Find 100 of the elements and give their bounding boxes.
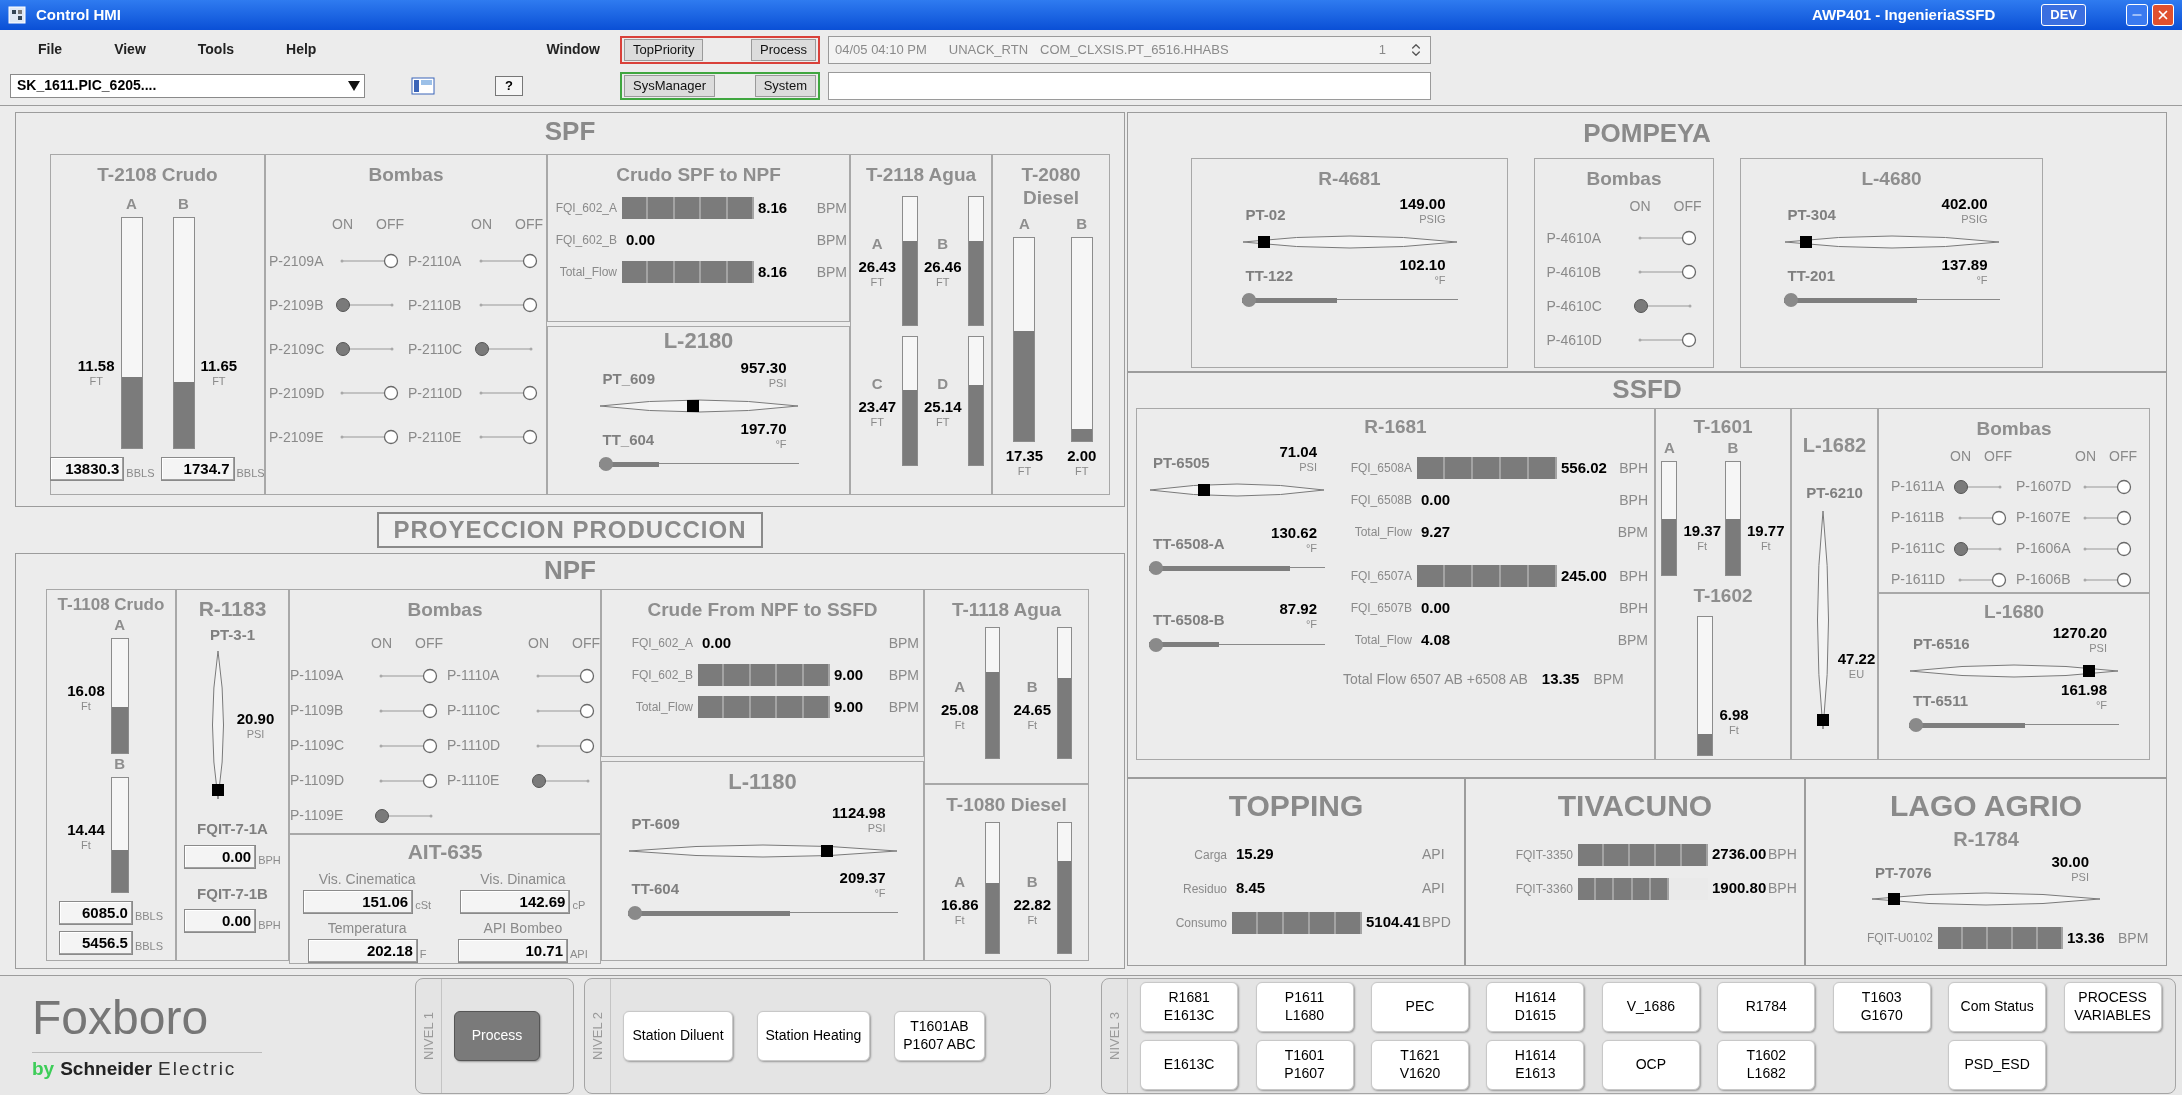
tag-label: Total_Flow: [1353, 632, 1413, 650]
panel-icon[interactable]: [411, 76, 435, 95]
pump-label: P-2110B: [408, 295, 463, 315]
nav-button[interactable]: H1614 E1613: [1486, 1039, 1585, 1090]
value-text: 0.00: [626, 230, 656, 250]
tag-label: PT-304: [1787, 205, 1836, 226]
close-button[interactable]: [2152, 4, 2174, 26]
nav-button[interactable]: E1613C: [1140, 1039, 1239, 1090]
unit-label: BBLS: [126, 465, 155, 481]
alarm-button[interactable]: Process: [751, 38, 816, 61]
menu-item[interactable]: Tools: [197, 39, 235, 60]
value-text: 19.37: [1683, 523, 1721, 539]
column-header: ON: [2075, 447, 2096, 467]
value-text: 30.00: [2051, 853, 2089, 869]
alarm-count: 1: [1378, 40, 1386, 59]
nav-button[interactable]: T1621 V1620: [1371, 1039, 1469, 1090]
column-header: OFF: [415, 634, 443, 654]
value-text: 8.16: [758, 262, 788, 282]
nav-button[interactable]: Com Status: [1948, 981, 2047, 1032]
nav-button[interactable]: T1601 P1607: [1255, 1039, 1354, 1090]
value-field: 6085.0: [58, 900, 133, 925]
level-label: NIVEL 1: [419, 1011, 437, 1060]
nav-button[interactable]: PSD_ESD: [1948, 1039, 2047, 1090]
tag-label: FQI_6508B: [1349, 492, 1413, 510]
environment-badge[interactable]: DEV: [2041, 4, 2086, 26]
value-text: 16.86: [940, 897, 979, 913]
value-text: 24.65: [1013, 702, 1052, 718]
value-text: 4.08: [1421, 630, 1451, 650]
minimize-button[interactable]: [2126, 4, 2148, 26]
menu-item[interactable]: Help: [286, 39, 317, 60]
value-field: 13830.3: [50, 457, 125, 482]
tank-label: B: [114, 755, 126, 771]
alarm-button[interactable]: TopPriority: [624, 38, 704, 61]
value-text: 19.77: [1747, 523, 1785, 539]
tag-label: FQIT-3360: [1514, 880, 1574, 898]
tank-label: A: [114, 616, 126, 632]
nav-button[interactable]: Station Heating: [756, 1010, 871, 1061]
tank-label: C: [871, 376, 883, 392]
pump-label: P-2109C: [269, 339, 326, 359]
tank-label: B: [178, 196, 189, 212]
menu-item[interactable]: Window: [546, 39, 600, 60]
alarm-button[interactable]: System: [754, 74, 816, 97]
panel-title: R-1681: [1363, 414, 1428, 439]
value-text: 23.47: [858, 399, 896, 415]
menu-item[interactable]: File: [38, 39, 63, 60]
unit-label: FT: [1075, 466, 1089, 477]
nav-button[interactable]: H1614 D1615: [1486, 981, 1585, 1032]
tag-label: TT-6511: [1913, 690, 1969, 711]
unit-label: BPM: [888, 697, 919, 717]
pump-label: P-1109D: [290, 771, 346, 791]
panel-title: T-1602: [1693, 584, 1753, 608]
value-text: 197.70: [740, 420, 787, 436]
value-text: 8.16: [758, 198, 788, 218]
nav-button[interactable]: V_1686: [1601, 981, 1700, 1032]
unit-label: API: [1422, 879, 1445, 898]
nav-button[interactable]: Process: [453, 1010, 540, 1061]
nav-button[interactable]: T1602 L1682: [1717, 1039, 1816, 1090]
station-name: AWP401 - IngenieriaSSFD: [1811, 4, 1996, 25]
panel-title: R-1784: [1952, 826, 2020, 852]
pump-label: P-1110C: [447, 701, 502, 721]
pump-label: P-4610C: [1546, 296, 1603, 316]
alarm-button[interactable]: SysManager: [624, 74, 715, 97]
tag-label: FQI_602_B: [630, 667, 694, 685]
nav-button[interactable]: R1681 E1613C: [1140, 981, 1239, 1032]
nav-button[interactable]: OCP: [1601, 1039, 1700, 1090]
nav-button[interactable]: T1603 G1670: [1832, 981, 1931, 1032]
tank-label: B: [937, 236, 949, 252]
nav-button[interactable]: PEC: [1371, 981, 1469, 1032]
tank-label: A: [1018, 216, 1030, 231]
close-icon: [2156, 8, 2170, 22]
value-text: 209.37: [839, 869, 886, 885]
value-text: 556.02: [1561, 458, 1607, 478]
column-header: ON: [332, 215, 353, 235]
nav-button[interactable]: T1601AB P1607 ABC: [894, 1010, 985, 1061]
panel-title: T-2080 Diesel: [1020, 162, 1082, 210]
tag-label: TT-6508-A: [1153, 533, 1225, 554]
help-button[interactable]: ?: [495, 75, 523, 96]
column-header: OFF: [2109, 447, 2137, 467]
nav-button[interactable]: PROCESS VARIABLES: [2063, 981, 2162, 1032]
value-field: 142.69: [460, 889, 571, 914]
value-text: 13.36: [2067, 927, 2105, 948]
unit-label: PSI: [867, 823, 886, 834]
nav-button[interactable]: Station Diluent: [623, 1010, 733, 1061]
column-header: OFF: [1984, 447, 2012, 467]
menu-item[interactable]: View: [114, 39, 146, 60]
pump-label: P-2109D: [269, 383, 326, 403]
tank-label: B: [1026, 874, 1038, 890]
unit-label: BPH: [1768, 879, 1797, 898]
nav-button[interactable]: P1611 L1680: [1255, 981, 1354, 1032]
tank-label: A: [954, 874, 966, 890]
nav-button[interactable]: R1784: [1717, 981, 1816, 1032]
window-title: Control HMI: [36, 4, 121, 25]
unit-label: FT: [89, 376, 103, 388]
slider-knob: [1241, 293, 1256, 308]
tag-select-field[interactable]: SK_1611.PIC_6205....: [10, 73, 365, 98]
unit-label: BPH: [1619, 490, 1648, 510]
unit-label: BPM: [1617, 522, 1648, 542]
unit-label: Ft: [81, 839, 91, 851]
level-label: NIVEL 2: [589, 1011, 607, 1060]
pump-label: P-4610B: [1546, 262, 1602, 282]
